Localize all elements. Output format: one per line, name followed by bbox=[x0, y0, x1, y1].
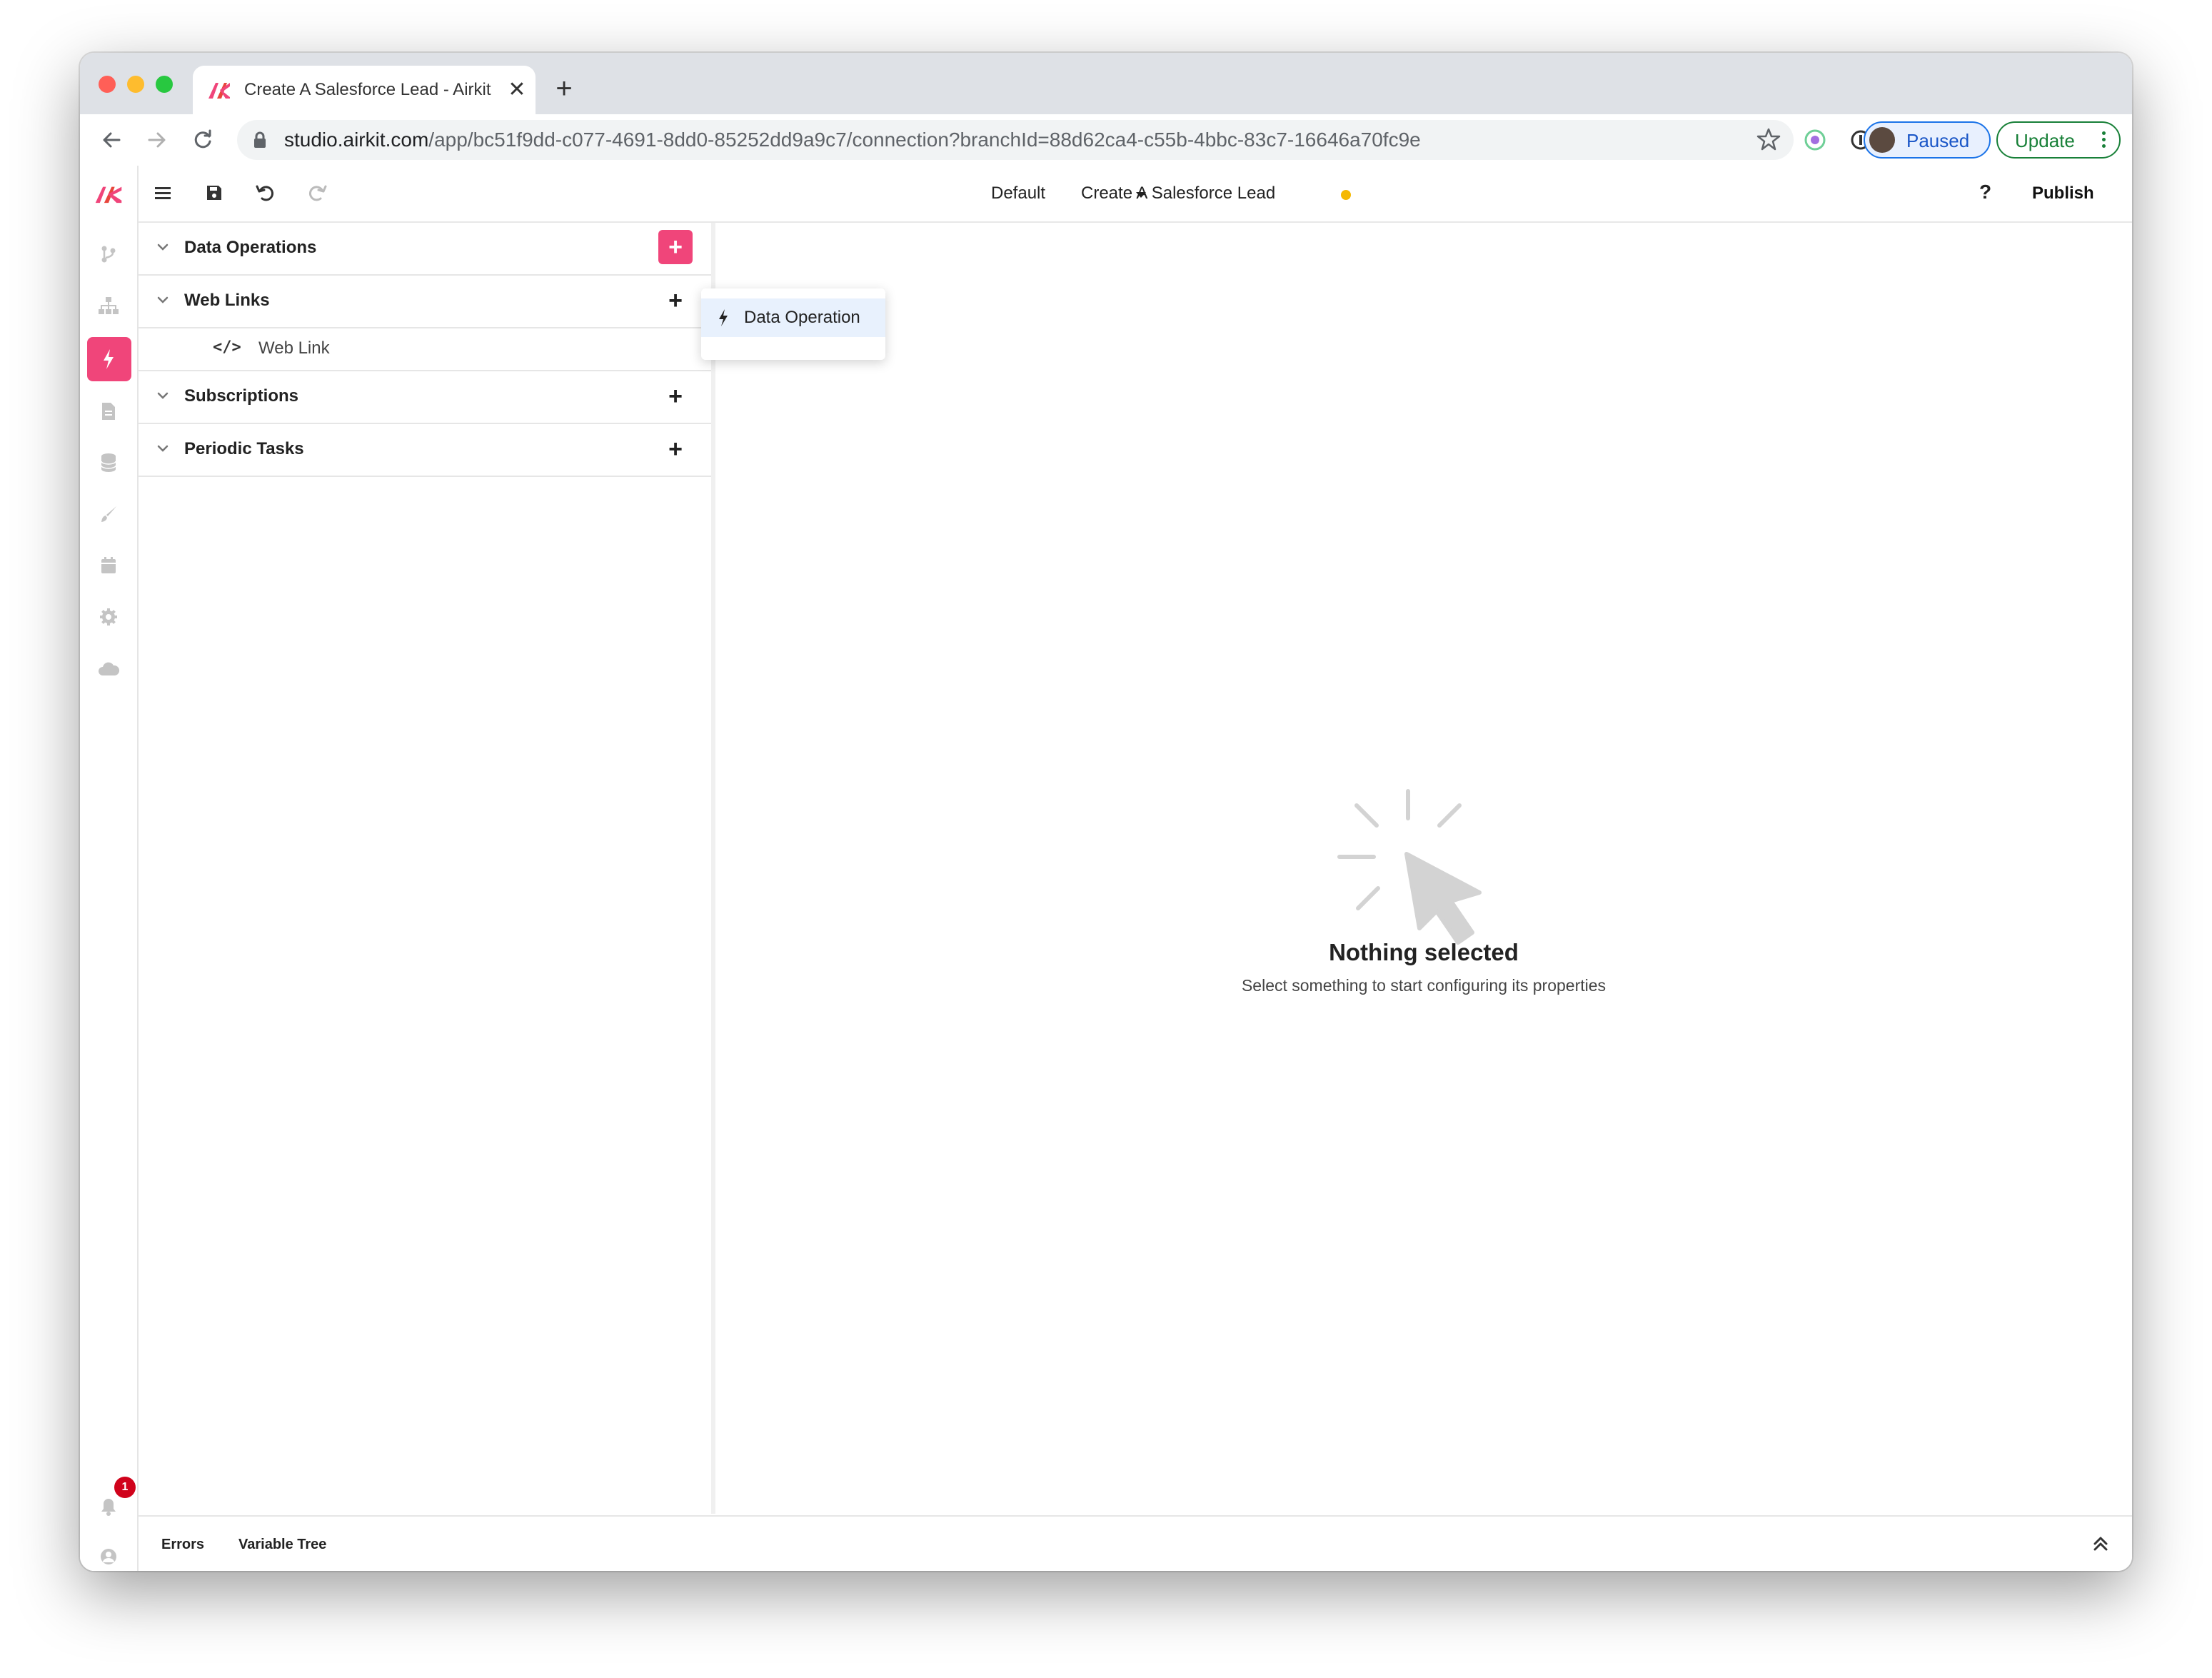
section-title: Periodic Tasks bbox=[184, 439, 304, 458]
browser-window: Create A Salesforce Lead - Airkit ✕ + st… bbox=[80, 53, 2132, 1571]
sitemap-icon[interactable] bbox=[94, 291, 123, 320]
airkit-studio: 1 Default Create A Salesforce Lead ? Pub… bbox=[80, 166, 2132, 1571]
cloud-icon[interactable] bbox=[94, 654, 123, 683]
user-icon[interactable] bbox=[94, 1542, 123, 1571]
menu-item-data-operation[interactable]: Data Operation bbox=[701, 298, 885, 337]
browser-toolbar: studio.airkit.com/app/bc51f9dd-c077-4691… bbox=[80, 114, 2132, 167]
browser-tab[interactable]: Create A Salesforce Lead - Airkit ✕ bbox=[193, 66, 536, 114]
close-window-button[interactable] bbox=[99, 76, 116, 93]
menu-item-label: Data Operation bbox=[744, 308, 860, 327]
add-subscription-button[interactable]: + bbox=[663, 384, 688, 410]
tab-strip: Create A Salesforce Lead - Airkit ✕ + bbox=[80, 53, 2132, 114]
app-toolbar: Default Create A Salesforce Lead ? Publi… bbox=[139, 166, 2132, 223]
update-label: Update bbox=[2015, 130, 2075, 151]
tab-variable-tree[interactable]: Variable Tree bbox=[238, 1535, 326, 1554]
bell-icon[interactable] bbox=[94, 1492, 123, 1521]
section-web-links[interactable]: Web Links + bbox=[139, 276, 711, 328]
extension-icon[interactable] bbox=[1801, 126, 1829, 154]
back-icon[interactable] bbox=[96, 124, 127, 156]
menu-icon[interactable] bbox=[149, 179, 177, 207]
cursor-click-icon bbox=[1337, 781, 1508, 956]
left-rail: 1 bbox=[80, 166, 139, 1571]
address-bar[interactable]: studio.airkit.com/app/bc51f9dd-c077-4691… bbox=[237, 120, 1794, 160]
airkit-logo-icon[interactable] bbox=[94, 180, 123, 209]
bolt-icon[interactable] bbox=[94, 345, 123, 373]
publish-button[interactable]: Publish bbox=[2032, 183, 2094, 204]
section-subscriptions[interactable]: Subscriptions + bbox=[139, 371, 711, 424]
star-icon[interactable] bbox=[1756, 127, 1781, 151]
add-dropdown-menu: Data Operation bbox=[701, 288, 885, 360]
empty-state-subtitle: Select something to start configuring it… bbox=[1241, 976, 1607, 995]
brush-icon[interactable] bbox=[94, 500, 123, 528]
chevron-down-icon[interactable] bbox=[156, 388, 170, 403]
list-item-web-link[interactable]: </> Web Link bbox=[139, 327, 711, 370]
bolt-icon bbox=[719, 309, 728, 326]
calendar-icon[interactable] bbox=[94, 551, 123, 580]
section-data-operations[interactable]: Data Operations + bbox=[139, 223, 711, 276]
url-text: studio.airkit.com/app/bc51f9dd-c077-4691… bbox=[284, 129, 1421, 151]
new-tab-button[interactable]: + bbox=[551, 74, 577, 103]
settings-icon[interactable] bbox=[94, 603, 123, 631]
tab-errors[interactable]: Errors bbox=[161, 1535, 204, 1554]
add-periodic-task-button[interactable]: + bbox=[663, 437, 688, 463]
url-path: /app/bc51f9dd-c077-4691-8dd0-85252dd9a9c… bbox=[428, 129, 1421, 151]
notification-badge: 1 bbox=[114, 1477, 136, 1498]
help-icon[interactable]: ? bbox=[1979, 181, 1991, 203]
section-title: Web Links bbox=[184, 291, 270, 310]
connections-panel: Data Operations + Web Links + </> Web Li… bbox=[139, 223, 715, 1514]
section-title: Subscriptions bbox=[184, 386, 299, 406]
branch-icon[interactable] bbox=[94, 240, 123, 268]
update-button[interactable]: Update bbox=[1996, 121, 2121, 159]
branch-selector[interactable]: Default bbox=[991, 183, 1045, 204]
empty-state-title: Nothing selected bbox=[1329, 939, 1519, 965]
section-title: Data Operations bbox=[184, 238, 317, 257]
section-periodic-tasks[interactable]: Periodic Tasks + bbox=[139, 424, 711, 477]
add-data-operation-button[interactable]: + bbox=[658, 230, 693, 264]
list-item-label: Web Link bbox=[258, 338, 330, 358]
more-icon bbox=[2102, 129, 2106, 151]
lock-icon bbox=[254, 131, 266, 148]
chevron-down-icon[interactable] bbox=[156, 293, 170, 307]
tab-close-icon[interactable]: ✕ bbox=[507, 79, 527, 101]
minimize-window-button[interactable] bbox=[127, 76, 144, 93]
chevron-down-icon[interactable] bbox=[156, 441, 170, 456]
bottom-bar: Errors Variable Tree bbox=[139, 1515, 2132, 1571]
profile-button[interactable]: Paused bbox=[1864, 121, 1991, 159]
forward-icon[interactable] bbox=[141, 124, 173, 156]
undo-icon[interactable] bbox=[251, 179, 280, 207]
code-icon: </> bbox=[213, 338, 241, 356]
file-icon[interactable] bbox=[94, 397, 123, 426]
save-icon[interactable] bbox=[200, 179, 228, 207]
app-name: Create A Salesforce Lead bbox=[1081, 184, 1276, 203]
unsaved-indicator bbox=[1341, 190, 1351, 200]
redo-icon[interactable] bbox=[303, 179, 331, 207]
avatar bbox=[1869, 127, 1895, 153]
airkit-favicon-icon bbox=[208, 83, 230, 99]
url-host: studio.airkit.com bbox=[284, 129, 429, 151]
chevron-down-icon[interactable] bbox=[156, 240, 170, 254]
chevron-double-up-icon[interactable] bbox=[2089, 1532, 2112, 1555]
profile-label: Paused bbox=[1906, 130, 1970, 151]
tab-title: Create A Salesforce Lead - Airkit bbox=[244, 80, 491, 99]
reload-icon[interactable] bbox=[187, 124, 218, 156]
zoom-window-button[interactable] bbox=[156, 76, 173, 93]
database-icon[interactable] bbox=[94, 448, 123, 477]
add-web-link-button[interactable]: + bbox=[663, 288, 688, 314]
